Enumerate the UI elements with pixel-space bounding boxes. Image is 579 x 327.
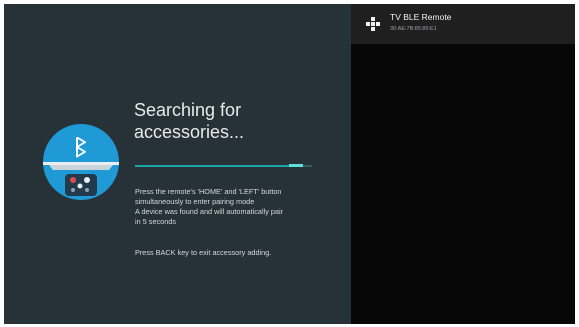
- device-list-panel: TV BLE Remote 30:AE:7B:85:89:E1: [351, 4, 575, 324]
- found-line-2: in 5 seconds: [135, 217, 176, 226]
- tv-screen: Searching for accessories... Press the r…: [4, 4, 575, 324]
- gamepad-icon: [366, 17, 380, 31]
- page-title: Searching for accessories...: [134, 99, 334, 143]
- title-line-1: Searching for: [134, 100, 242, 120]
- back-hint: Press BACK key to exit accessory adding.: [135, 248, 272, 257]
- pairing-panel: Searching for accessories... Press the r…: [4, 4, 351, 324]
- device-name: TV BLE Remote: [390, 12, 452, 22]
- device-list-item[interactable]: TV BLE Remote 30:AE:7B:85:89:E1: [351, 4, 575, 44]
- device-address: 30:AE:7B:85:89:E1: [390, 26, 437, 32]
- pairing-instructions: Press the remote's 'HOME' and 'LEFT' but…: [135, 187, 345, 227]
- instruction-line-2: simultaneously to enter pairing mode: [135, 197, 255, 206]
- search-progress-bar: [135, 164, 312, 167]
- search-progress-indicator: [289, 164, 304, 167]
- instruction-line-1: Press the remote's 'HOME' and 'LEFT' but…: [135, 187, 282, 196]
- bluetooth-remote-icon: [43, 124, 119, 200]
- found-line-1: A device was found and will automaticall…: [135, 207, 284, 216]
- title-line-2: accessories...: [134, 122, 245, 142]
- search-progress-fill: [135, 165, 304, 167]
